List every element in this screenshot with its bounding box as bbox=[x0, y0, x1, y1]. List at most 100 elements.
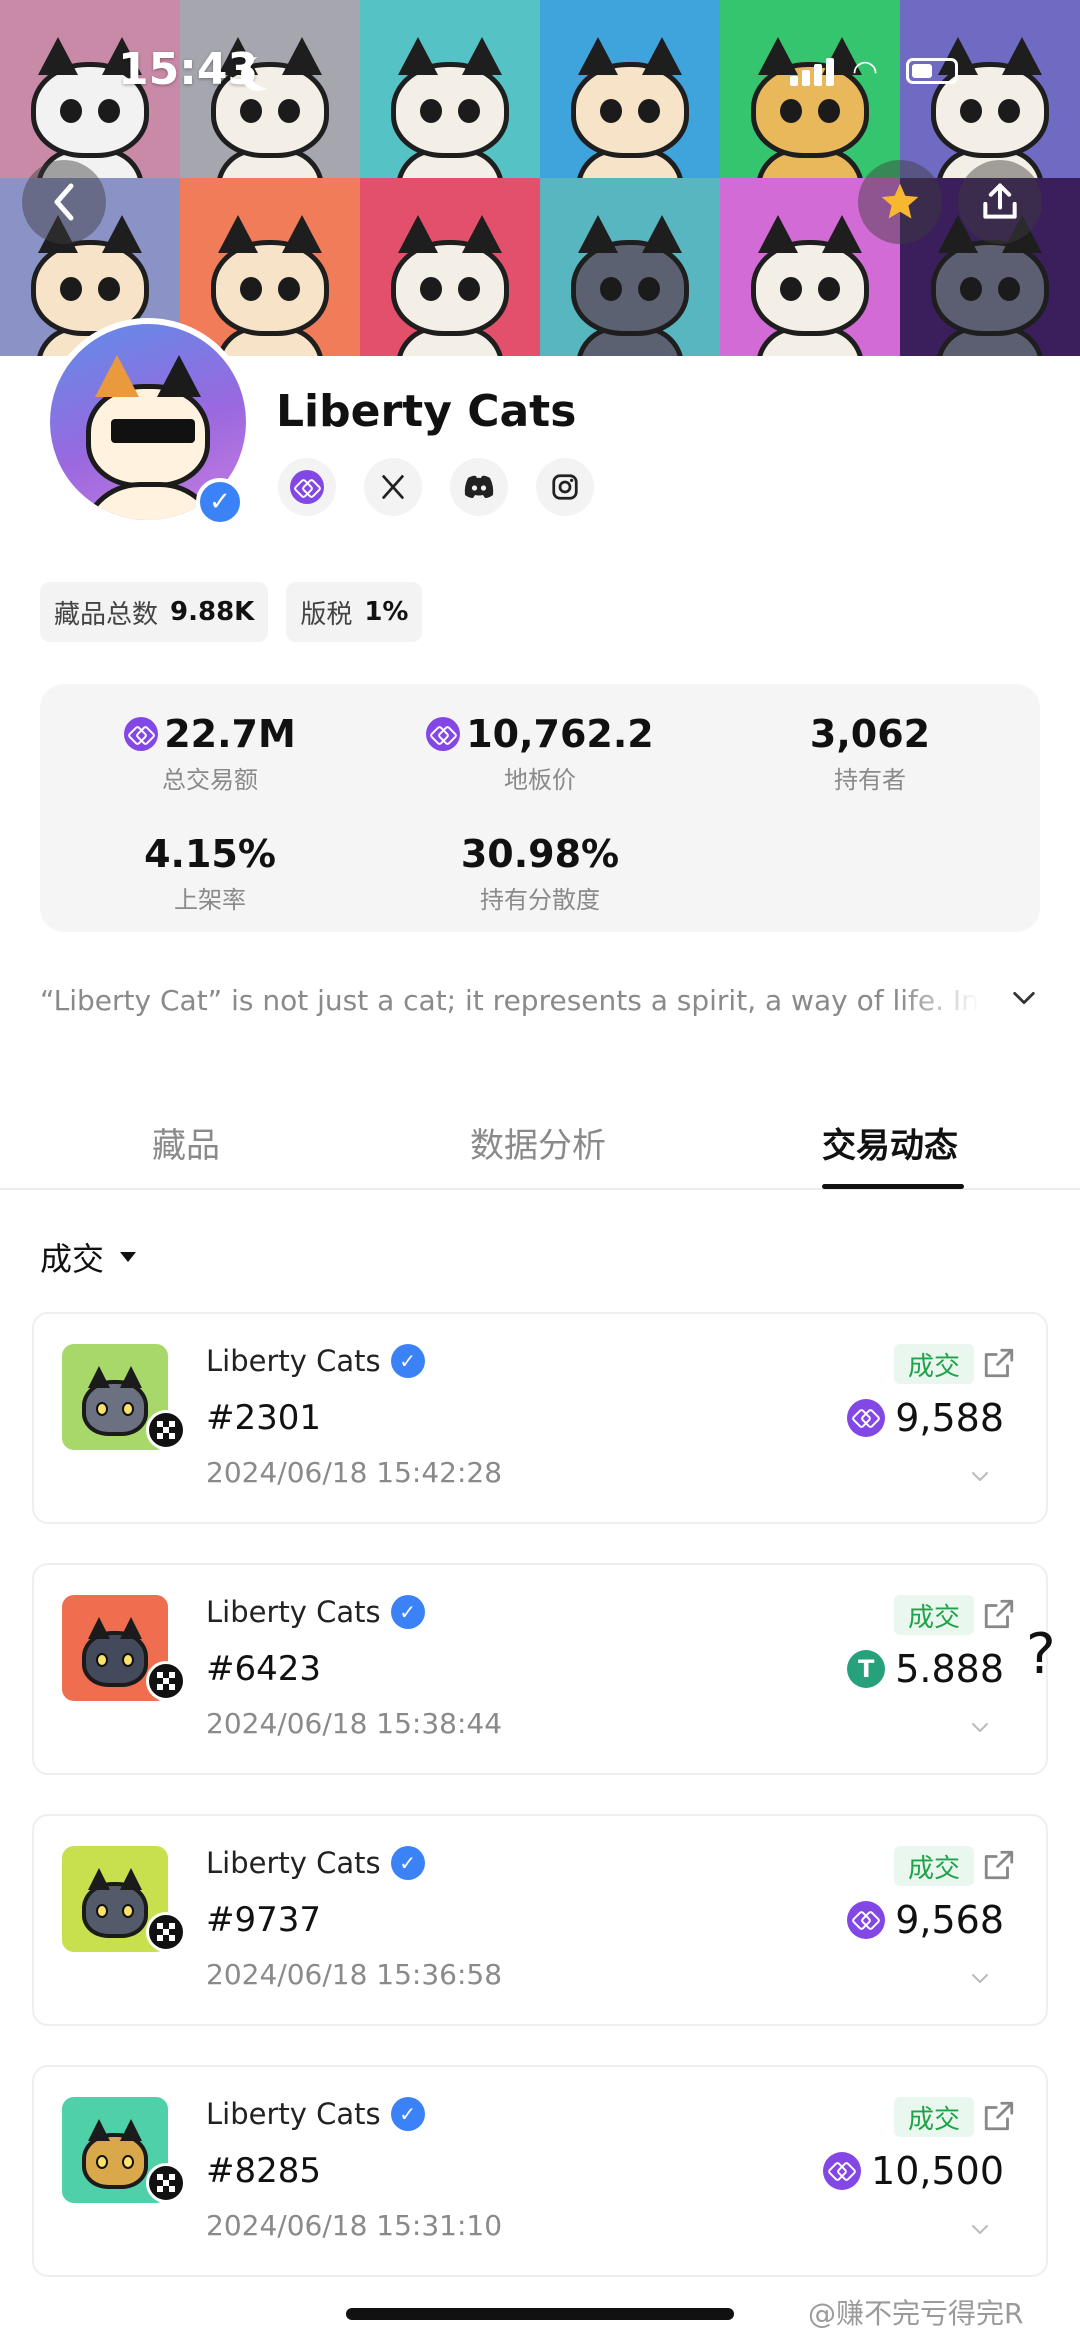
active-tab-indicator bbox=[822, 1184, 964, 1189]
token-id: #2301 bbox=[206, 1398, 322, 1438]
price-value: 9,588 bbox=[895, 1396, 1004, 1440]
caret-down-icon bbox=[120, 1252, 137, 1262]
stat-value: 4.15% bbox=[144, 832, 276, 876]
x-link-button[interactable] bbox=[364, 458, 422, 516]
stat-value: 3,062 bbox=[809, 712, 931, 756]
chip-label: 版税 bbox=[300, 599, 353, 630]
stat-holder-distribution: 30.98% 持有分散度 bbox=[390, 832, 690, 915]
trade-card[interactable]: Liberty Cats ✓ #6423 2024/06/18 15:38:44 成交 T… bbox=[32, 1563, 1048, 1775]
polygon-icon bbox=[290, 470, 324, 504]
stat-label: 地板价 bbox=[504, 766, 576, 794]
chevron-down-icon[interactable] bbox=[968, 1715, 992, 1739]
external-link-icon[interactable] bbox=[982, 1848, 1016, 1882]
trade-card[interactable]: Liberty Cats ✓ #9737 2024/06/18 15:36:58 成交 9… bbox=[32, 1814, 1048, 2026]
collection-label: Liberty Cats ✓ bbox=[206, 1846, 425, 1880]
external-link-icon[interactable] bbox=[982, 1346, 1016, 1380]
royalty-chip: 版税 1% bbox=[286, 582, 423, 642]
discord-icon bbox=[464, 475, 494, 498]
stat-value: 30.98% bbox=[460, 832, 620, 876]
home-indicator[interactable] bbox=[346, 2308, 734, 2320]
external-link-icon[interactable] bbox=[982, 2099, 1016, 2133]
price-value: 5.888 bbox=[895, 1647, 1004, 1691]
back-button[interactable] bbox=[22, 160, 106, 244]
tab-analytics[interactable]: 数据分析 bbox=[470, 1118, 606, 1167]
cat-eye bbox=[240, 277, 262, 301]
chain-logo-icon bbox=[146, 1661, 186, 1701]
filter-label: 成交 bbox=[40, 1240, 105, 1278]
stat-label: 持有者 bbox=[834, 766, 906, 794]
favorite-button[interactable] bbox=[858, 160, 942, 244]
token-id: #9737 bbox=[206, 1900, 322, 1940]
tab-items[interactable]: 藏品 bbox=[152, 1118, 220, 1167]
chevron-down-icon[interactable] bbox=[968, 2217, 992, 2241]
stat-value: 22.7M bbox=[164, 712, 296, 756]
social-links bbox=[278, 458, 594, 516]
chevron-down-icon[interactable] bbox=[1010, 984, 1038, 1012]
do-not-disturb-icon bbox=[250, 54, 284, 88]
collection-label: Liberty Cats ✓ bbox=[206, 1344, 425, 1378]
cat-eye bbox=[998, 277, 1020, 301]
token-id: #8285 bbox=[206, 2151, 322, 2191]
trade-card[interactable]: Liberty Cats ✓ #2301 2024/06/18 15:42:28 成交 9… bbox=[32, 1312, 1048, 1524]
collection-label-text: Liberty Cats bbox=[206, 2097, 381, 2131]
collection-description: “Liberty Cat” is not just a cat; it repr… bbox=[40, 984, 980, 1017]
collection-label-text: Liberty Cats bbox=[206, 1344, 381, 1378]
share-icon bbox=[983, 183, 1017, 219]
status-time: 15:43 bbox=[118, 44, 259, 95]
polygon-icon bbox=[426, 717, 461, 751]
trade-price: 9,588 bbox=[847, 1396, 1004, 1440]
share-button[interactable] bbox=[958, 160, 1042, 244]
cat-eye bbox=[96, 1904, 108, 1918]
cat-eye bbox=[122, 2155, 134, 2169]
cat-illustration bbox=[751, 215, 869, 336]
cat-eye bbox=[960, 277, 982, 301]
stat-listed-rate: 4.15% 上架率 bbox=[60, 832, 360, 915]
trade-price: T 5.888 bbox=[847, 1647, 1004, 1691]
cat-eye bbox=[60, 277, 82, 301]
trade-timestamp: 2024/06/18 15:36:58 bbox=[206, 1958, 503, 1991]
instagram-link-button[interactable] bbox=[536, 458, 594, 516]
tab-bar: 藏品 数据分析 交易动态 bbox=[0, 1118, 1080, 1190]
chain-logo-icon bbox=[146, 2163, 186, 2203]
banner-nft-tile bbox=[360, 178, 540, 356]
tab-activity[interactable]: 交易动态 bbox=[822, 1118, 958, 1167]
watermark: @赚不完亏得完R bbox=[808, 2297, 1024, 2330]
status-badge: 成交 bbox=[893, 1846, 974, 1886]
question-annotation: ? bbox=[1026, 1622, 1056, 1687]
polygon-icon bbox=[847, 1901, 886, 1939]
stat-label: 持有分散度 bbox=[480, 886, 600, 914]
cat-eye bbox=[278, 277, 300, 301]
collection-name: Liberty Cats bbox=[276, 386, 577, 437]
cat-illustration bbox=[82, 1617, 148, 1687]
collection-label: Liberty Cats ✓ bbox=[206, 2097, 425, 2131]
cat-eye bbox=[600, 277, 622, 301]
cat-eye bbox=[818, 277, 840, 301]
instagram-icon bbox=[552, 474, 578, 500]
chevron-down-icon[interactable] bbox=[968, 1966, 992, 1990]
activity-filter-dropdown[interactable]: 成交 bbox=[40, 1234, 137, 1280]
collection-chips: 藏品总数 9.88K 版税 1% bbox=[40, 582, 423, 642]
trade-timestamp: 2024/06/18 15:38:44 bbox=[206, 1707, 503, 1740]
cat-eye bbox=[458, 277, 480, 301]
verified-icon: ✓ bbox=[196, 478, 244, 526]
stat-total-volume: 22.7M 总交易额 bbox=[60, 712, 360, 795]
stats-panel: 22.7M 总交易额 10,762.2 地板价 3,062 持有者 4.15% … bbox=[40, 684, 1040, 932]
external-link-icon[interactable] bbox=[982, 1597, 1016, 1631]
collection-label-text: Liberty Cats bbox=[206, 1595, 381, 1629]
price-value: 10,500 bbox=[871, 2149, 1004, 2193]
discord-link-button[interactable] bbox=[450, 458, 508, 516]
cat-eye bbox=[96, 2155, 108, 2169]
trade-price: 9,568 bbox=[847, 1898, 1004, 1942]
chain-logo-icon bbox=[146, 1912, 186, 1952]
stat-value: 10,762.2 bbox=[466, 712, 654, 756]
chevron-down-icon[interactable] bbox=[968, 1464, 992, 1488]
trade-card[interactable]: Liberty Cats ✓ #8285 2024/06/18 15:31:10 成交 1… bbox=[32, 2065, 1048, 2277]
cat-eye bbox=[122, 1402, 134, 1416]
polygon-link-button[interactable] bbox=[278, 458, 336, 516]
cat-eye bbox=[96, 1402, 108, 1416]
chain-logo-icon bbox=[146, 1410, 186, 1450]
verified-icon: ✓ bbox=[390, 1846, 425, 1880]
total-items-chip: 藏品总数 9.88K bbox=[40, 582, 269, 642]
status-badge: 成交 bbox=[893, 1595, 974, 1635]
stat-floor-price: 10,762.2 地板价 bbox=[390, 712, 690, 795]
